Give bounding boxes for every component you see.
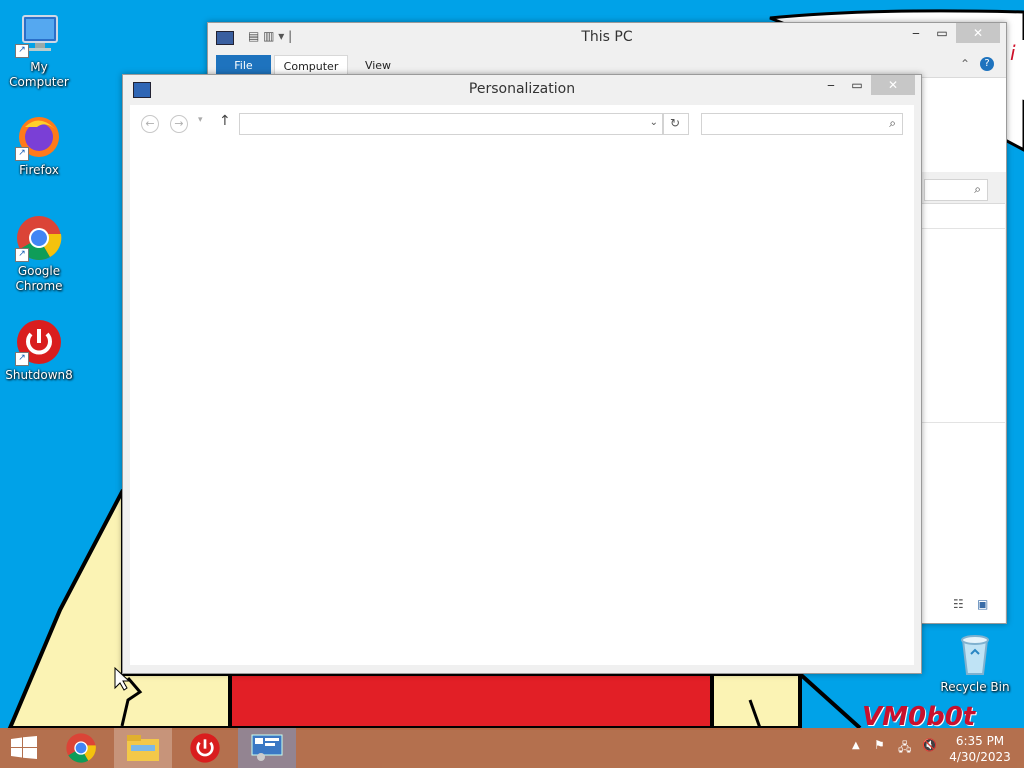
chrome-icon: ↗ <box>15 214 63 262</box>
this-pc-content-pane[interactable]: ☷ ▣ <box>921 203 1005 623</box>
svg-text:i: i <box>1010 41 1016 65</box>
taskbar-control-panel[interactable] <box>238 728 296 768</box>
maximize-button[interactable]: ▭ <box>928 23 956 43</box>
start-button[interactable] <box>0 728 48 768</box>
chrome-icon <box>66 733 96 763</box>
desktop-icon-recycle-bin[interactable]: Recycle Bin <box>936 630 1014 695</box>
desktop-icon-firefox[interactable]: ↗ Firefox <box>0 113 78 178</box>
recycle-bin-icon <box>951 630 999 678</box>
collapse-ribbon-icon[interactable]: ⌃ <box>960 57 970 71</box>
show-hidden-icons-icon[interactable]: ▲ <box>852 740 860 751</box>
clock[interactable]: 6:35 PM 4/30/2023 <box>948 733 1012 765</box>
details-view-icon[interactable]: ☷ <box>953 597 964 611</box>
address-bar[interactable]: ⌄ <box>239 113 663 135</box>
desktop-icon-label: Firefox <box>19 163 59 177</box>
firefox-icon: ↗ <box>15 113 63 161</box>
taskbar-shutdown8[interactable] <box>176 728 234 768</box>
action-center-flag-icon[interactable]: ⚑ <box>874 738 885 752</box>
clock-time: 6:35 PM <box>955 734 1005 748</box>
personalization-titlebar[interactable]: Personalization ‒ ▭ ✕ <box>123 75 921 105</box>
up-button[interactable]: ↑ <box>219 113 231 129</box>
volume-muted-icon[interactable]: 🔇 <box>922 738 937 752</box>
window-title: Personalization <box>468 81 576 97</box>
file-explorer-icon <box>127 735 159 761</box>
personalization-content[interactable]: ← → ▾ ↑ ⌄ ↻ ⌕ <box>130 105 914 665</box>
window-title: This PC <box>581 29 633 45</box>
desktop-icon-label: My Computer <box>9 60 69 89</box>
search-icon: ⌕ <box>889 116 896 130</box>
taskbar[interactable]: ▲ ⚑ 🖧 🔇 6:35 PM 4/30/2023 <box>0 728 1024 768</box>
refresh-icon: ↻ <box>670 116 681 130</box>
desktop-icon-google-chrome[interactable]: ↗ Google Chrome <box>0 214 78 294</box>
forward-button[interactable]: → <box>170 115 188 133</box>
this-pc-search-box[interactable]: ⌕ <box>924 179 988 201</box>
desktop-icon-label: Google Chrome <box>15 264 63 293</box>
power-icon: ↗ <box>15 318 63 366</box>
minimize-button[interactable]: ‒ <box>902 23 930 43</box>
shortcut-arrow-icon: ↗ <box>15 248 29 262</box>
desktop-icon-shutdown8[interactable]: ↗ Shutdown8 <box>0 318 78 383</box>
desktop-icon-label: Shutdown8 <box>5 368 73 382</box>
shortcut-arrow-icon: ↗ <box>15 352 29 366</box>
computer-icon: ↗ <box>15 10 63 58</box>
help-icon[interactable]: ? <box>980 57 994 71</box>
shortcut-arrow-icon: ↗ <box>15 147 29 161</box>
desktop-icon-my-computer[interactable]: ↗ My Computer <box>0 10 78 90</box>
recent-locations-chevron-icon[interactable]: ▾ <box>198 115 203 125</box>
close-button[interactable]: ✕ <box>956 23 1000 43</box>
close-button[interactable]: ✕ <box>871 75 915 95</box>
desktop-icon-label: Recycle Bin <box>940 680 1010 694</box>
chevron-down-icon[interactable]: ⌄ <box>650 117 658 128</box>
taskbar-file-explorer[interactable] <box>114 728 172 768</box>
taskbar-chrome[interactable] <box>52 728 110 768</box>
back-button[interactable]: ← <box>141 115 159 133</box>
minimize-button[interactable]: ‒ <box>817 75 845 95</box>
search-input[interactable]: ⌕ <box>701 113 903 135</box>
refresh-button[interactable]: ↻ <box>663 113 689 135</box>
maximize-button[interactable]: ▭ <box>843 75 871 95</box>
this-pc-titlebar[interactable]: ▤ ▥ ▾ | This PC ‒ ▭ ✕ <box>208 23 1006 53</box>
clock-date: 4/30/2023 <box>949 750 1011 764</box>
personalization-window[interactable]: Personalization ‒ ▭ ✕ ← → ▾ ↑ ⌄ ↻ ⌕ <box>122 74 922 674</box>
control-panel-icon <box>251 734 283 761</box>
start-icon <box>11 736 37 759</box>
shortcut-arrow-icon: ↗ <box>15 44 29 58</box>
shutdown8-icon <box>190 733 220 763</box>
large-icons-view-icon[interactable]: ▣ <box>977 597 988 611</box>
search-icon: ⌕ <box>974 182 981 196</box>
network-icon[interactable]: 🖧 <box>898 738 911 759</box>
